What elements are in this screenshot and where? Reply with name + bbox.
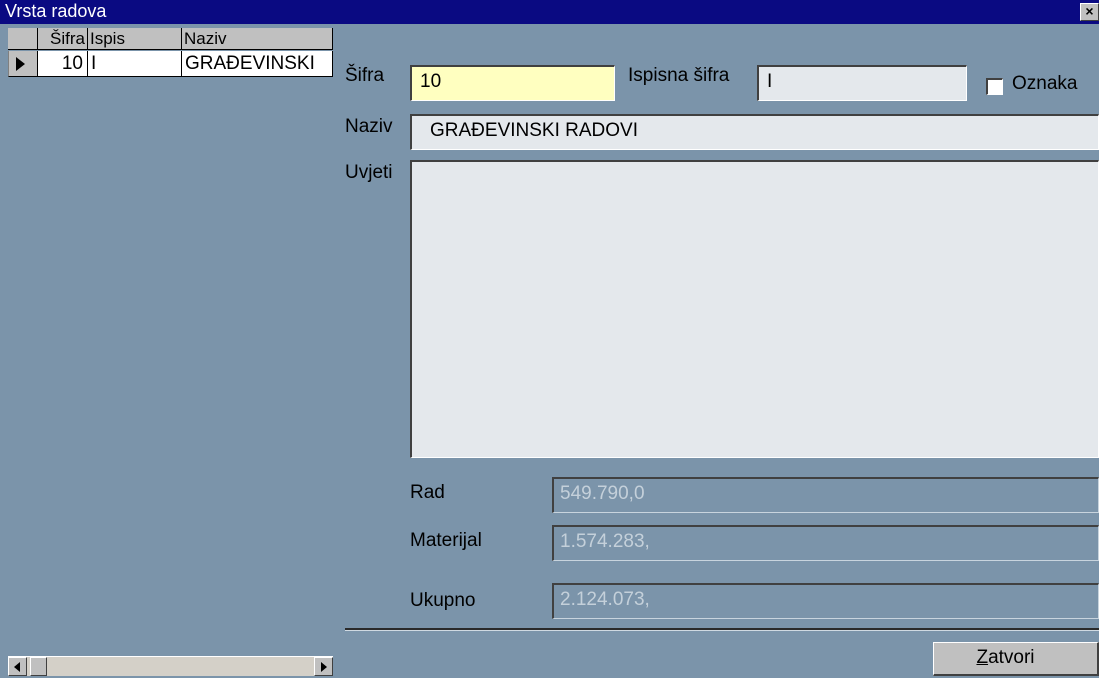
column-header-sifra[interactable]: Šifra	[38, 28, 88, 50]
scroll-thumb[interactable]	[30, 657, 47, 676]
window-title: Vrsta radova	[5, 1, 107, 21]
column-header-naziv[interactable]: Naziv	[182, 28, 333, 50]
row-indicator[interactable]	[8, 51, 38, 77]
ispisna-sifra-label: Ispisna šifra	[628, 65, 730, 86]
left-arrow-icon	[14, 662, 20, 672]
naziv-label: Naziv	[345, 116, 393, 137]
scroll-left-button[interactable]	[8, 657, 27, 676]
table-cell-naziv[interactable]: GRAĐEVINSKI	[182, 51, 333, 77]
oznaka-label: Oznaka	[1012, 73, 1078, 94]
sifra-input[interactable]: 10	[410, 65, 615, 101]
title-bar: Vrsta radova ×	[0, 0, 1099, 24]
materijal-value-field: 1.574.283,	[552, 525, 1099, 561]
column-header-ispis[interactable]: Ispis	[88, 28, 182, 50]
materijal-label: Materijal	[410, 530, 482, 551]
table-cell-sifra[interactable]: 10	[38, 51, 88, 77]
table-cell-ispis[interactable]: I	[88, 51, 182, 77]
scroll-right-button[interactable]	[314, 657, 333, 676]
uvjeti-label: Uvjeti	[345, 162, 393, 183]
zatvori-button[interactable]: Zatvori	[933, 642, 1099, 676]
grid-corner	[8, 28, 38, 50]
rad-label: Rad	[410, 482, 445, 503]
oznaka-checkbox[interactable]	[986, 78, 1003, 95]
right-arrow-icon	[321, 662, 327, 672]
rad-value-field: 549.790,0	[552, 477, 1099, 513]
close-icon[interactable]: ×	[1080, 3, 1099, 21]
ukupno-value-field: 2.124.073,	[552, 583, 1099, 619]
ukupno-label: Ukupno	[410, 590, 476, 611]
sifra-label: Šifra	[345, 65, 385, 86]
zatvori-label: atvori	[988, 647, 1035, 668]
separator-line	[345, 628, 1099, 631]
zatvori-accelerator: Z	[976, 647, 989, 668]
record-grid[interactable]: Šifra Ispis Naziv 10 I GRAĐEVINSKI	[8, 28, 333, 668]
uvjeti-textarea[interactable]	[410, 160, 1099, 458]
right-triangle-icon	[16, 57, 25, 71]
ispisna-sifra-input[interactable]: I	[757, 65, 967, 101]
horizontal-scrollbar[interactable]	[8, 656, 333, 676]
naziv-input[interactable]: GRAĐEVINSKI RADOVI	[410, 114, 1099, 150]
